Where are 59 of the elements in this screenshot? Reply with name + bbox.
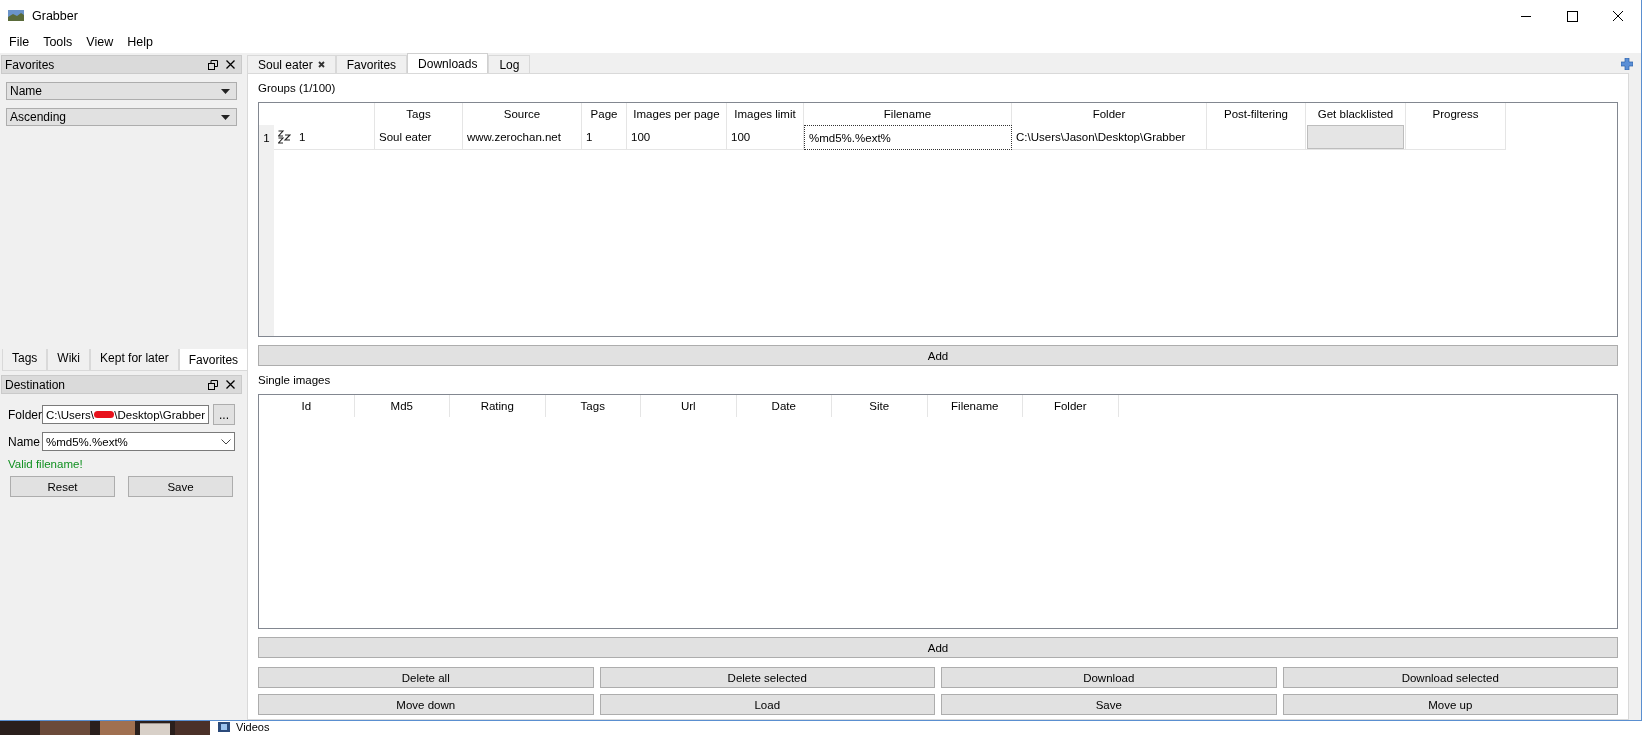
dock-title: Favorites bbox=[5, 57, 55, 72]
sort-dropdown[interactable]: Name bbox=[6, 82, 237, 100]
add-button[interactable]: Add bbox=[258, 345, 1618, 366]
film-icon bbox=[218, 722, 230, 732]
redaction-mark bbox=[93, 411, 115, 418]
tab[interactable]: Favorites bbox=[335, 55, 408, 73]
dock-title: Destination bbox=[5, 377, 66, 392]
button[interactable]: Download selected bbox=[1282, 667, 1618, 688]
close-icon[interactable] bbox=[226, 60, 235, 69]
tab[interactable]: Downloads bbox=[407, 53, 489, 73]
table-cell: 1 bbox=[582, 125, 627, 150]
table-corner bbox=[259, 103, 274, 125]
button[interactable]: Move up bbox=[1282, 694, 1618, 715]
caret-icon bbox=[221, 114, 230, 120]
menu-item[interactable]: File bbox=[2, 35, 37, 49]
tab[interactable]: Kept for later bbox=[90, 349, 179, 371]
app-icon bbox=[8, 10, 24, 21]
folder-field[interactable]: C:\Users\ \Desktop\Grabber bbox=[42, 405, 209, 424]
window-title: Grabber bbox=[32, 8, 78, 23]
order-dropdown[interactable]: Ascending bbox=[6, 108, 237, 126]
button[interactable]: Save bbox=[128, 476, 233, 497]
browse-button[interactable]: ... bbox=[213, 404, 235, 425]
table-cell: C:\Users\Jason\Desktop\Grabber bbox=[1012, 125, 1207, 150]
table-cell: 100 bbox=[627, 125, 727, 150]
menu-item[interactable]: View bbox=[79, 35, 121, 49]
table-cell: Soul eater bbox=[375, 125, 463, 150]
sleep-icon bbox=[278, 130, 291, 144]
tab[interactable]: Soul eater bbox=[247, 55, 336, 73]
folder-label: Videos bbox=[236, 721, 270, 733]
tab[interactable]: Wiki bbox=[47, 349, 91, 371]
button[interactable]: Move down bbox=[258, 694, 594, 715]
button[interactable]: Reset bbox=[10, 476, 115, 497]
close-icon[interactable] bbox=[317, 61, 325, 68]
close-icon[interactable] bbox=[226, 380, 235, 389]
float-icon[interactable] bbox=[208, 59, 218, 70]
menu-item[interactable]: Help bbox=[120, 35, 160, 49]
add-button[interactable]: Add bbox=[258, 637, 1618, 658]
menu-item[interactable]: Tools bbox=[36, 35, 80, 49]
validation-message: Valid filename! bbox=[8, 458, 84, 470]
plus-icon[interactable] bbox=[1621, 57, 1633, 70]
table-cell: 1 bbox=[299, 131, 306, 143]
tab[interactable]: Tags bbox=[2, 349, 48, 371]
table-cell: %md5%.%ext% bbox=[804, 125, 1012, 150]
section-label: Groups (1/100) bbox=[258, 82, 337, 96]
tab[interactable]: Favorites bbox=[178, 349, 249, 371]
caret-icon bbox=[221, 88, 230, 94]
float-icon[interactable] bbox=[208, 379, 218, 390]
chevron-icon bbox=[221, 438, 231, 445]
field-label: Name bbox=[8, 434, 38, 449]
section-label: Single images bbox=[258, 374, 332, 388]
button[interactable]: Load bbox=[599, 694, 935, 715]
tab[interactable]: Log bbox=[488, 55, 531, 73]
table-cell: www.zerochan.net bbox=[463, 125, 582, 150]
button[interactable]: Delete all bbox=[258, 667, 594, 688]
button[interactable]: Save bbox=[941, 694, 1277, 715]
button[interactable]: Delete selected bbox=[599, 667, 935, 688]
table-cell: 100 bbox=[727, 125, 804, 150]
button[interactable]: Download bbox=[941, 667, 1277, 688]
filename-field[interactable]: %md5%.%ext% bbox=[42, 432, 235, 451]
